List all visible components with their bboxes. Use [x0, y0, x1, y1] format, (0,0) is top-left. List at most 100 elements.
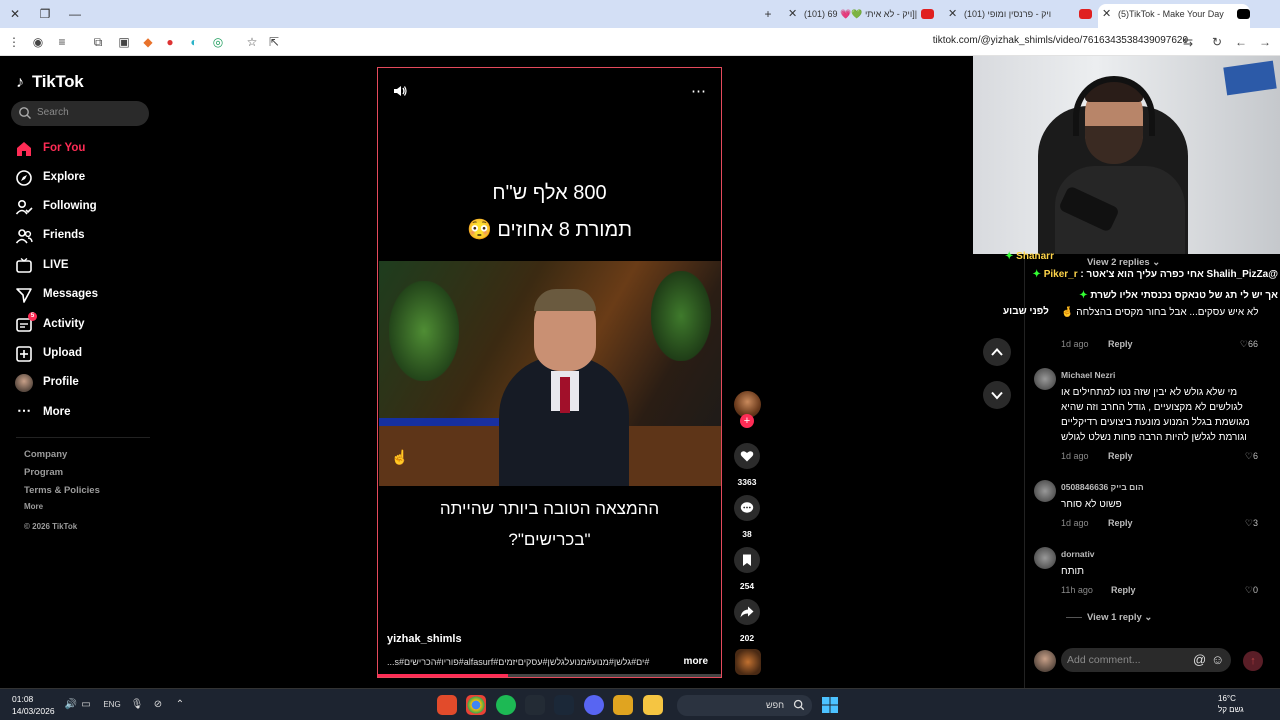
- extension-icon[interactable]: ▣: [116, 34, 132, 50]
- minimize-window-icon[interactable]: —: [66, 5, 84, 23]
- address-bar[interactable]: tiktok.com/@yizhak_shimls/video/76163435…: [933, 35, 1188, 46]
- video-options-icon[interactable]: ⋯: [691, 82, 707, 100]
- comment-like-button[interactable]: ♡3: [1245, 518, 1258, 529]
- new-tab-icon[interactable]: +: [759, 5, 777, 23]
- reload-icon[interactable]: ↻: [1209, 34, 1225, 50]
- app-icon[interactable]: [437, 695, 457, 715]
- next-video-button[interactable]: [983, 381, 1011, 409]
- discord-icon[interactable]: [584, 695, 604, 715]
- save-button[interactable]: 254: [733, 547, 761, 591]
- sidebar-item-friends[interactable]: Friends: [15, 225, 155, 247]
- sidebar-item-explore[interactable]: Explore: [15, 167, 155, 189]
- footer-company-link[interactable]: Company: [24, 449, 67, 460]
- extension-icon[interactable]: ◉: [30, 34, 46, 50]
- like-button[interactable]: 3363: [733, 443, 761, 487]
- file-explorer-icon[interactable]: [643, 695, 663, 715]
- taskbar-search[interactable]: חפש: [677, 695, 812, 716]
- more-description-button[interactable]: more: [684, 656, 708, 667]
- footer-more-link[interactable]: More: [24, 502, 43, 511]
- back-icon[interactable]: ←: [1233, 34, 1249, 50]
- forward-icon[interactable]: →: [1257, 34, 1273, 50]
- reply-button[interactable]: Reply: [1108, 518, 1133, 528]
- app-icon[interactable]: [613, 695, 633, 715]
- volume-icon[interactable]: [392, 83, 408, 99]
- footer-program-link[interactable]: Program: [24, 467, 63, 478]
- footer-terms-link[interactable]: Terms & Policies: [24, 485, 100, 496]
- comment-meta: 1d ago Reply ♡66: [1061, 339, 1261, 349]
- comment-like-button[interactable]: ♡6: [1245, 451, 1258, 462]
- comment-button[interactable]: 38: [733, 495, 761, 539]
- reply-button[interactable]: Reply: [1108, 339, 1133, 349]
- menu-dots-icon[interactable]: ⋮: [6, 34, 22, 50]
- tab-close-icon[interactable]: ✕: [788, 4, 797, 24]
- extension-icon[interactable]: ⧉: [90, 34, 106, 50]
- reply-button[interactable]: Reply: [1108, 451, 1133, 461]
- share-page-icon[interactable]: ⇱: [266, 34, 282, 50]
- add-comment-input[interactable]: Add comment... @ ☺: [1061, 648, 1231, 672]
- commenter-name[interactable]: Michael Nezri: [1061, 370, 1115, 380]
- extension-icon[interactable]: ◆: [140, 34, 156, 50]
- steam-icon[interactable]: [554, 695, 574, 715]
- mute-tray-icon[interactable]: ⊘: [150, 697, 166, 713]
- video-hashtags[interactable]: #ים#גלשן#מנוע#מנועלגלשן#עסקיםיזמים#alfas…: [387, 657, 682, 667]
- bookmark-star-icon[interactable]: ☆: [244, 34, 260, 50]
- sidebar-item-activity[interactable]: 5 Activity: [15, 312, 155, 336]
- sidebar-item-more[interactable]: ⋯ More: [15, 402, 155, 424]
- spotify-icon[interactable]: [496, 695, 516, 715]
- clock[interactable]: 01:08 14/03/2026: [12, 693, 55, 717]
- sidebar-item-messages[interactable]: Messages: [15, 284, 155, 306]
- microphone-tray-icon[interactable]: 🎙: [129, 697, 145, 713]
- restore-window-icon[interactable]: ❐: [36, 5, 54, 23]
- sidebar-item-upload[interactable]: Upload: [15, 343, 155, 365]
- chrome-icon[interactable]: [466, 695, 486, 715]
- tab-close-icon[interactable]: ✕: [1102, 4, 1111, 24]
- view-reply-label: View 1 reply: [1087, 612, 1142, 623]
- sidebar-item-profile[interactable]: Profile: [15, 372, 155, 394]
- app-icon[interactable]: [525, 695, 545, 715]
- tab-close-icon[interactable]: ✕: [948, 4, 957, 24]
- chevron-up-icon[interactable]: ⌃: [172, 697, 188, 713]
- music-disc-icon[interactable]: [735, 649, 761, 675]
- share-button[interactable]: 202: [733, 599, 761, 643]
- sidebar-item-for-you[interactable]: For You: [15, 138, 155, 160]
- commenter-name[interactable]: dornativ: [1061, 549, 1095, 559]
- volume-tray-icon[interactable]: 🔊: [63, 697, 79, 713]
- tiktok-logo[interactable]: ♪ TikTok: [16, 72, 84, 92]
- search-input[interactable]: Search: [11, 101, 149, 126]
- site-settings-icon[interactable]: ⇆: [1180, 34, 1196, 50]
- sidebar-item-following[interactable]: Following: [15, 196, 155, 218]
- commenter-name[interactable]: 0508846636 הום בייק: [1061, 482, 1144, 492]
- comment-like-button[interactable]: ♡66: [1240, 339, 1258, 350]
- video-progress-bar[interactable]: [378, 674, 721, 677]
- browser-tab[interactable]: ✕ (101) ויק - לא איתי 💚💗 69]|: [784, 4, 934, 28]
- previous-video-button[interactable]: [983, 338, 1011, 366]
- language-indicator[interactable]: ENG: [102, 697, 122, 713]
- extension-icon[interactable]: ●: [162, 34, 178, 50]
- sidebar-item-live[interactable]: LIVE: [15, 255, 155, 277]
- windows-start-icon[interactable]: [822, 697, 838, 713]
- video-player[interactable]: ⋯ 800 אלף ש"ח תמורת 8 אחוזים 😳 ההמצאה הט…: [377, 67, 722, 678]
- extension-icon[interactable]: ≡: [54, 34, 70, 50]
- weather-widget[interactable]: 16°C גשם קל: [1218, 693, 1244, 715]
- close-window-icon[interactable]: ✕: [6, 5, 24, 23]
- view-replies-button[interactable]: View 2 replies ⌄: [1087, 257, 1160, 268]
- comment-like-button[interactable]: ♡0: [1245, 585, 1258, 596]
- network-tray-icon[interactable]: ▭: [78, 697, 94, 713]
- view-reply-button[interactable]: View 1 reply ⌄: [1087, 612, 1152, 623]
- mention-icon[interactable]: @: [1193, 652, 1206, 667]
- reply-button[interactable]: Reply: [1111, 585, 1136, 595]
- commenter-avatar[interactable]: [1034, 480, 1056, 502]
- comment-time: 11h ago: [1061, 585, 1093, 595]
- extension-icon[interactable]: ◐: [186, 34, 202, 50]
- browser-tab-active[interactable]: ✕ (5)TikTok - Make Your Day: [1098, 4, 1250, 28]
- send-comment-button[interactable]: ↑: [1243, 651, 1263, 671]
- commenter-avatar[interactable]: [1034, 547, 1056, 569]
- extension-icon[interactable]: ◎: [210, 34, 226, 50]
- search-icon: [19, 107, 31, 119]
- follow-plus-icon[interactable]: +: [740, 414, 754, 428]
- commenter-avatar[interactable]: [1034, 368, 1056, 390]
- video-username[interactable]: yizhak_shimls: [387, 633, 462, 645]
- browser-tab[interactable]: ✕ (101) ויק - פרנסין ומופי: [944, 4, 1092, 28]
- emoji-icon[interactable]: ☺: [1211, 652, 1224, 667]
- notification-badge: 5: [28, 312, 37, 321]
